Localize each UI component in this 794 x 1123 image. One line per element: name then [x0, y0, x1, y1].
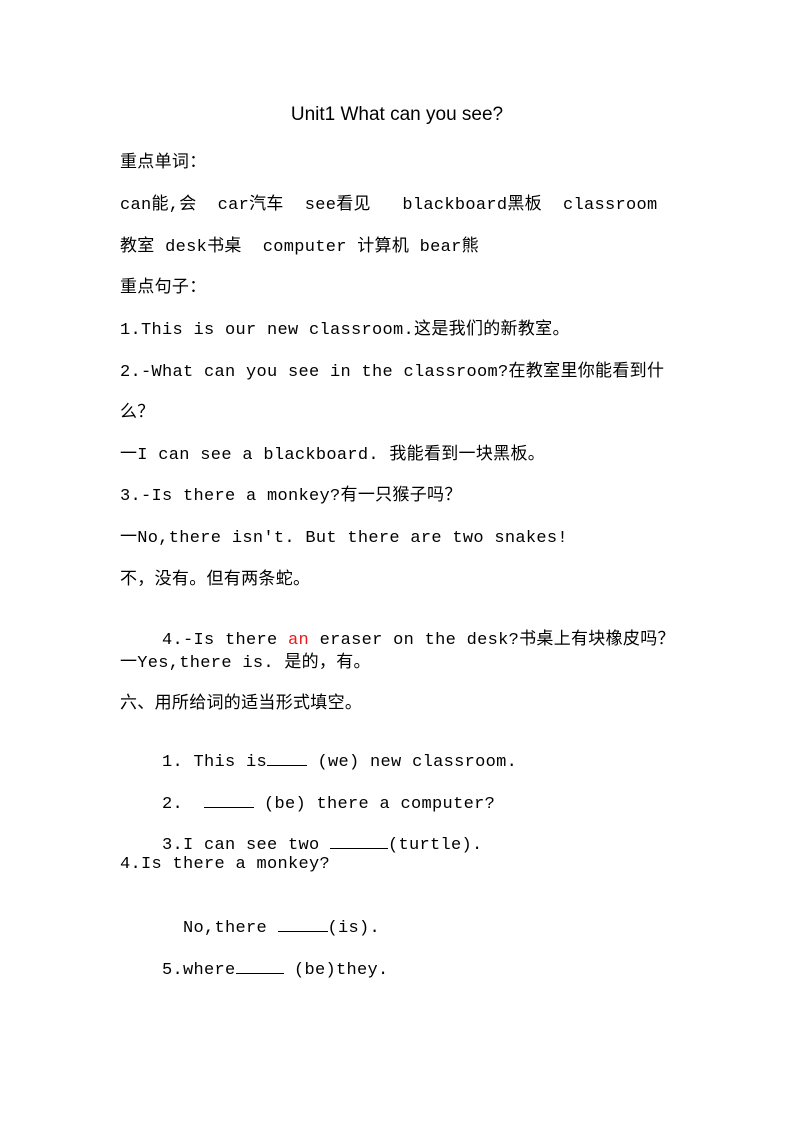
answer-blank-4[interactable]: [277, 915, 328, 932]
exercise-2-pre: 2.: [162, 795, 194, 814]
sentences-heading: 重点句子：: [120, 277, 207, 297]
document-title: Unit1 What can you see?: [290, 104, 504, 125]
exercise-4-post: (is).: [327, 919, 381, 938]
sentence-3-answer: 一No,there isn't. But there are two snake…: [120, 529, 568, 548]
answer-blank-5[interactable]: [235, 957, 284, 974]
sentence-2-answer: 一I can see a blackboard. 我能看到一块黑板。: [120, 446, 546, 465]
exercise-1-pre: 1. This is: [162, 753, 268, 772]
exercise-2-post: (be) there a computer?: [253, 795, 496, 814]
exercise-5-post: (be)they.: [283, 961, 389, 980]
exercise-5-pre: 5.where: [162, 961, 236, 980]
sentence-3-translation: 不，没有。但有两条蛇。: [120, 571, 311, 590]
vocab-line-1: can能,会 car汽车 see看见 blackboard黑板 classroo…: [120, 196, 658, 215]
answer-blank-3[interactable]: [330, 832, 389, 849]
sentence-1: 1.This is our new classroom.这是我们的新教室。: [120, 321, 570, 340]
sentence-2-question-cont: 么？: [120, 404, 155, 423]
exercise-5: 5.where (be)they.: [120, 938, 389, 999]
sentence-3-question: 3.-Is there a monkey?有一只猴子吗？: [120, 487, 462, 506]
answer-blank-1[interactable]: [267, 749, 308, 766]
exercise-4-pre: No,there: [162, 919, 278, 938]
answer-blank-2[interactable]: [203, 791, 254, 808]
vocab-line-2: 教室 desk书桌 computer 计算机 bear熊: [120, 238, 479, 257]
exercise-heading: 六、用所给词的适当形式填空。: [120, 693, 363, 713]
exercise-3-post: (turtle).: [388, 836, 483, 855]
exercise-4-question: 4.Is there a monkey?: [120, 855, 331, 874]
document-page: Unit1 What can you see? 重点单词： can能,会 car…: [0, 0, 794, 1123]
exercise-3-pre: 3.I can see two: [162, 836, 331, 855]
vocab-heading: 重点单词：: [120, 152, 207, 172]
exercise-1-post: (we) new classroom.: [307, 753, 518, 772]
sentence-4-answer: 一Yes,there is. 是的，有。: [120, 654, 371, 673]
sentence-2-question: 2.-What can you see in the classroom?在教室…: [120, 363, 665, 382]
